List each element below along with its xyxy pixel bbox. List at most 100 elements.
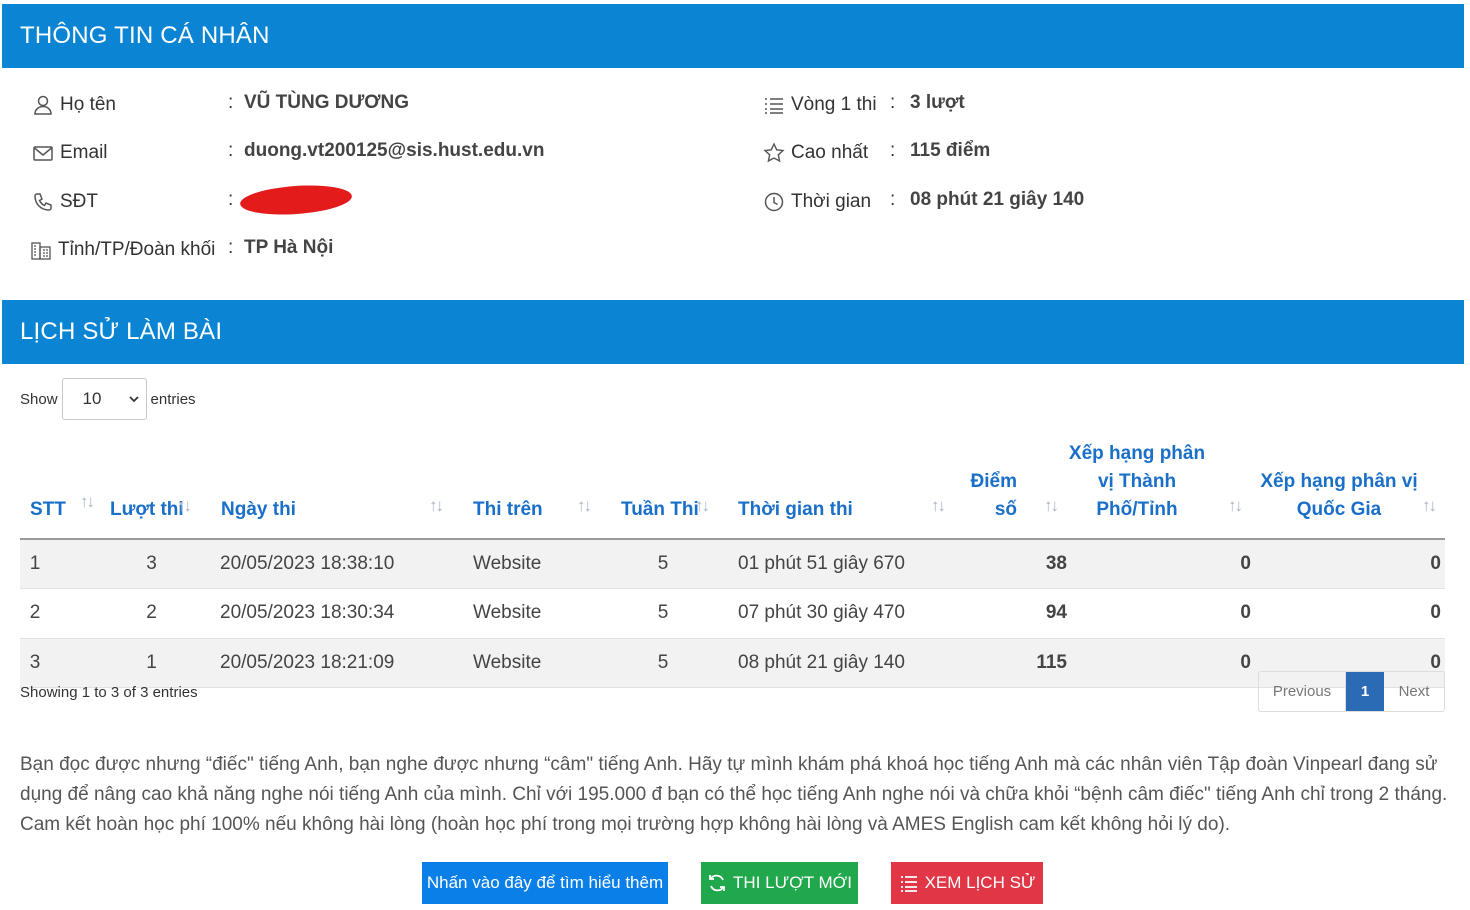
- name-row: Họ tên: [32, 92, 116, 118]
- envelope-icon: [32, 142, 54, 164]
- email-colon: :: [228, 140, 234, 161]
- table-row: 1 3 20/05/2023 18:38:10 Website 5 01 phú…: [20, 539, 1445, 589]
- sort-icon: ↑↓: [1228, 496, 1243, 515]
- page-size-select[interactable]: 10: [61, 378, 147, 420]
- round-value: 3 lượt: [910, 92, 965, 113]
- building-icon: [30, 239, 52, 261]
- table-row: 2 2 20/05/2023 18:30:34 Website 5 07 phú…: [20, 588, 1445, 639]
- sort-icon: ↑↓: [577, 496, 592, 515]
- sort-icon: ↑↓: [1044, 496, 1059, 515]
- cell-national-rank: 0: [1251, 539, 1445, 589]
- cell-week: 5: [600, 539, 718, 589]
- cell-platform: Website: [452, 588, 600, 639]
- best-value: 115 điểm: [910, 140, 991, 161]
- clock-icon: [763, 191, 785, 213]
- view-history-label: XEM LỊCH SỬ: [924, 873, 1036, 892]
- best-label: Cao nhất: [791, 142, 869, 163]
- learn-more-button[interactable]: Nhấn vào đây để tìm hiểu thêm: [422, 862, 668, 904]
- sort-icon: ↑↓: [80, 492, 95, 511]
- refresh-icon: [709, 874, 725, 892]
- entries-label: entries: [150, 390, 196, 408]
- region-label: Tỉnh/TP/Đoàn khối: [58, 239, 216, 260]
- round-colon: :: [890, 92, 896, 113]
- cell-platform: Website: [452, 638, 600, 688]
- pagination-next[interactable]: Next: [1384, 672, 1444, 711]
- round-row: Vòng 1 thi: [763, 92, 877, 118]
- cell-platform: Website: [452, 539, 600, 589]
- sort-icon: ↑↓: [1422, 496, 1437, 515]
- name-colon: :: [228, 92, 234, 113]
- cell-week: 5: [600, 588, 718, 639]
- phone-label: SĐT: [60, 191, 98, 212]
- email-label: Email: [60, 142, 108, 163]
- col-score[interactable]: Điểm số ↑↓: [954, 440, 1067, 540]
- chevron-down-icon: [128, 396, 139, 403]
- region-value: TP Hà Nội: [244, 237, 334, 258]
- phone-row: SĐT: [32, 189, 98, 215]
- learn-more-label: Nhấn vào đây để tìm hiểu thêm: [426, 873, 664, 892]
- cell-score: 115: [954, 638, 1067, 688]
- cell-stt: 1: [20, 539, 95, 589]
- cell-city-rank: 0: [1067, 638, 1251, 688]
- cell-stt: 2: [20, 588, 95, 639]
- promo-text: Bạn đọc được nhưng “điếc" tiếng Anh, bạn…: [20, 754, 1448, 835]
- time-row: Thời gian: [763, 189, 871, 215]
- time-value: 08 phút 21 giây 140: [910, 189, 1085, 210]
- table-row: 3 1 20/05/2023 18:21:09 Website 5 08 phú…: [20, 638, 1445, 688]
- star-icon: [763, 142, 785, 164]
- cell-city-rank: 0: [1067, 588, 1251, 639]
- page-size-control: Show 10 entries: [20, 378, 196, 420]
- new-attempt-label: THI LƯỢT MỚI: [733, 873, 852, 892]
- history-header: LỊCH SỬ LÀM BÀI: [2, 300, 1464, 364]
- cell-score: 38: [954, 539, 1067, 589]
- email-row: Email: [32, 140, 108, 166]
- region-colon: :: [228, 237, 234, 258]
- new-attempt-button[interactable]: THI LƯỢT MỚI: [701, 862, 858, 904]
- sort-icon: ↑↓: [695, 496, 710, 515]
- cell-score: 94: [954, 588, 1067, 639]
- cell-date: 20/05/2023 18:38:10: [200, 539, 452, 589]
- personal-info-header: THÔNG TIN CÁ NHÂN: [2, 4, 1464, 68]
- cell-stt: 3: [20, 638, 95, 688]
- best-colon: :: [890, 140, 896, 161]
- col-stt[interactable]: STT ↑↓: [20, 440, 95, 540]
- col-city-rank[interactable]: Xếp hạng phân vị Thành Phố/Tỉnh ↑↓: [1067, 440, 1251, 540]
- col-attempt[interactable]: Lượt thi ↑↓: [95, 440, 200, 540]
- col-week[interactable]: Tuần Thi ↑↓: [600, 440, 718, 540]
- cell-attempt: 1: [95, 638, 200, 688]
- cell-duration: 08 phút 21 giây 140: [718, 638, 954, 688]
- pagination-page-1[interactable]: 1: [1346, 672, 1384, 711]
- history-table: STT ↑↓ Lượt thi ↑↓ Ngày thi ↑↓ Thi trên ↑↓ T…: [20, 440, 1445, 688]
- phone-colon: :: [228, 189, 234, 210]
- phone-icon: [32, 191, 54, 213]
- sort-icon: ↑↓: [931, 496, 946, 515]
- cell-date: 20/05/2023 18:30:34: [200, 588, 452, 639]
- region-row: Tỉnh/TP/Đoàn khối: [30, 237, 215, 263]
- show-label: Show: [20, 390, 58, 408]
- user-icon: [32, 94, 54, 116]
- cell-national-rank: 0: [1251, 588, 1445, 639]
- cell-duration: 07 phút 30 giây 470: [718, 588, 954, 639]
- cell-attempt: 3: [95, 539, 200, 589]
- cell-city-rank: 0: [1067, 539, 1251, 589]
- cell-duration: 01 phút 51 giây 670: [718, 539, 954, 589]
- col-duration[interactable]: Thời gian thi ↑↓: [718, 440, 954, 540]
- table-header-row: STT ↑↓ Lượt thi ↑↓ Ngày thi ↑↓ Thi trên ↑↓ T…: [20, 440, 1445, 540]
- page-size-value: 10: [82, 389, 102, 408]
- time-colon: :: [890, 189, 896, 210]
- col-platform[interactable]: Thi trên ↑↓: [452, 440, 600, 540]
- col-national-rank[interactable]: Xếp hạng phân vị Quốc Gia ↑↓: [1251, 440, 1445, 540]
- pagination-previous[interactable]: Previous: [1259, 672, 1346, 711]
- cell-attempt: 2: [95, 588, 200, 639]
- list-icon: [763, 94, 785, 116]
- list-icon: [900, 876, 917, 892]
- sort-icon: ↑↓: [429, 496, 444, 515]
- round-label: Vòng 1 thi: [791, 94, 877, 115]
- best-row: Cao nhất: [763, 140, 868, 166]
- time-label: Thời gian: [791, 191, 872, 212]
- sort-icon: ↑↓: [177, 496, 192, 515]
- name-value: VŨ TÙNG DƯƠNG: [244, 92, 409, 113]
- phone-redaction: [239, 182, 353, 218]
- view-history-button[interactable]: XEM LỊCH SỬ: [891, 862, 1043, 904]
- col-date[interactable]: Ngày thi ↑↓: [200, 440, 452, 540]
